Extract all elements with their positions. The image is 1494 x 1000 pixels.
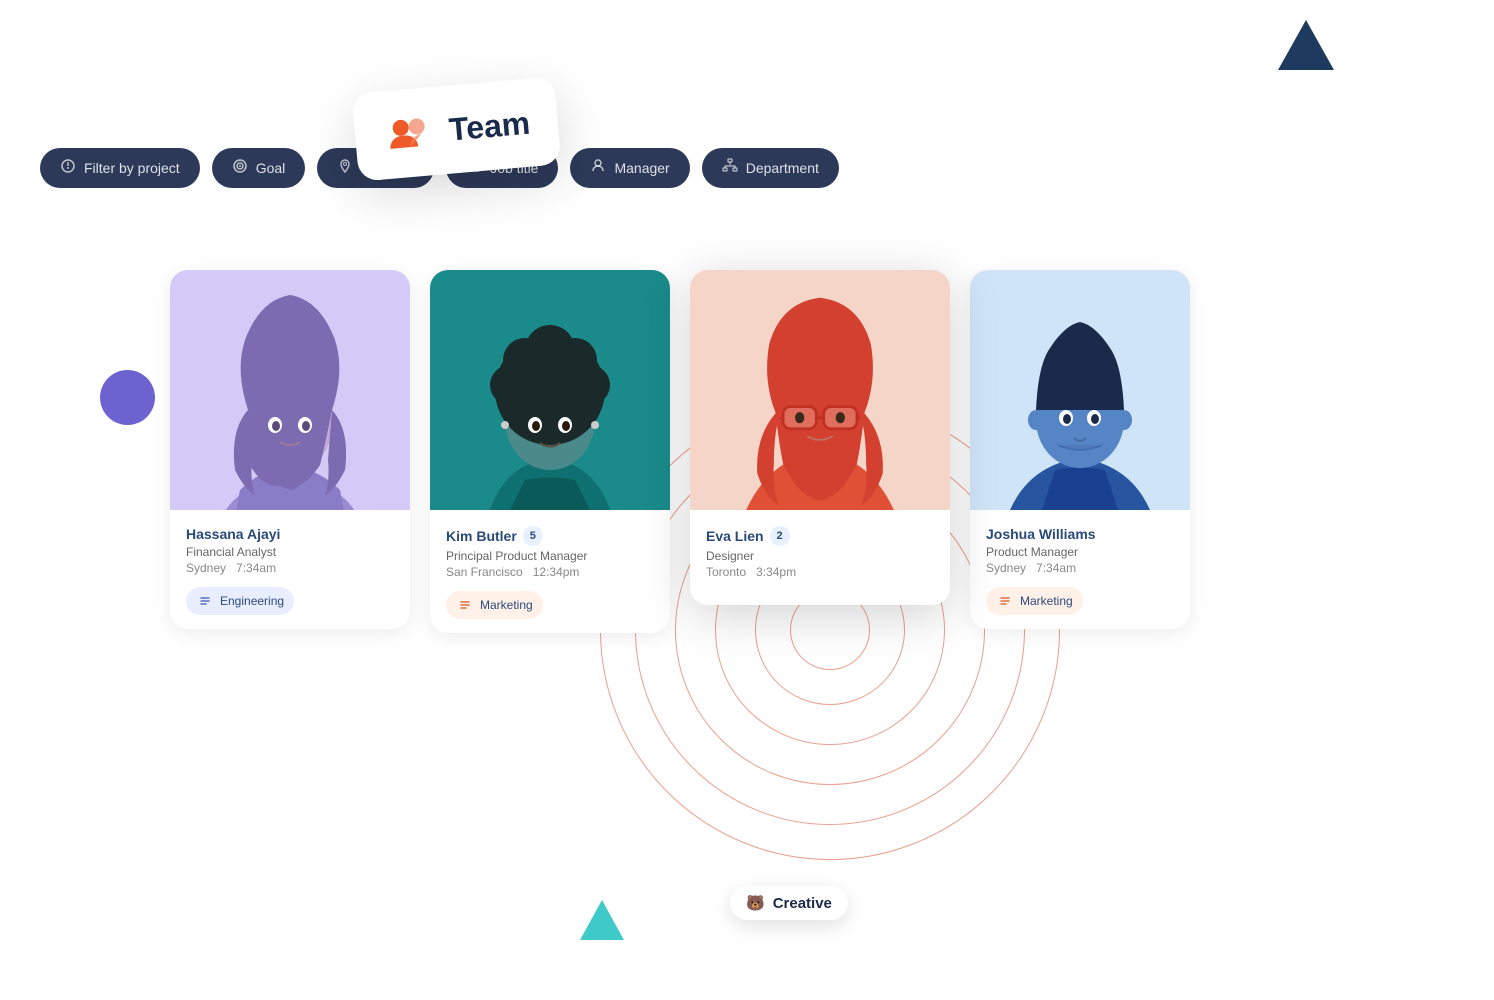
card-name-kim: Kim Butler 5 xyxy=(446,526,654,546)
creative-tag-floating: 🐻 Creative xyxy=(730,886,848,920)
card-info-eva: Eva Lien 2 Designer Toronto 3:34pm xyxy=(690,510,950,605)
filter-department-pill[interactable]: Department xyxy=(702,148,839,188)
triangle-decoration-bottom xyxy=(580,900,624,940)
card-role-eva: Designer xyxy=(706,549,934,563)
tag-icon-kim xyxy=(456,596,474,614)
creative-tag-label: Creative xyxy=(773,895,832,912)
circle-decoration xyxy=(100,370,155,425)
card-location-joshua: Sydney 7:34am xyxy=(986,561,1174,575)
card-role-joshua: Product Manager xyxy=(986,545,1174,559)
filter-manager-label: Manager xyxy=(614,160,669,176)
filter-project-pill[interactable]: Filter by project xyxy=(40,148,200,188)
avatar-eva xyxy=(690,270,950,510)
person-card-kim[interactable]: Kim Butler 5 Principal Product Manager S… xyxy=(430,270,670,633)
kim-badge: 5 xyxy=(523,526,543,546)
filter-location-icon xyxy=(337,158,353,178)
card-tag-hassana: Engineering xyxy=(186,587,294,615)
avatar-hassana xyxy=(170,270,410,510)
filter-project-icon xyxy=(60,158,76,178)
card-info-kim: Kim Butler 5 Principal Product Manager S… xyxy=(430,510,670,633)
card-location-kim: San Francisco 12:34pm xyxy=(446,565,654,579)
card-name-eva: Eva Lien 2 xyxy=(706,526,934,546)
avatar-kim xyxy=(430,270,670,510)
card-location-hassana: Sydney 7:34am xyxy=(186,561,394,575)
filter-department-label: Department xyxy=(746,160,819,176)
person-card-eva[interactable]: Eva Lien 2 Designer Toronto 3:34pm xyxy=(690,270,950,605)
card-name-joshua: Joshua Williams xyxy=(986,526,1174,542)
person-card-joshua[interactable]: Joshua Williams Product Manager Sydney 7… xyxy=(970,270,1190,629)
filter-project-label: Filter by project xyxy=(84,160,180,176)
team-card-label: Team xyxy=(447,104,531,148)
card-tag-kim: Marketing xyxy=(446,591,543,619)
card-location-eva: Toronto 3:34pm xyxy=(706,565,934,579)
card-info-joshua: Joshua Williams Product Manager Sydney 7… xyxy=(970,510,1190,629)
creative-tag-emoji: 🐻 xyxy=(746,894,765,912)
filter-goal-pill[interactable]: Goal xyxy=(212,148,306,188)
tag-icon-joshua xyxy=(996,592,1014,610)
card-tag-joshua: Marketing xyxy=(986,587,1083,615)
card-name-hassana: Hassana Ajayi xyxy=(186,526,394,542)
filter-goal-icon xyxy=(232,158,248,178)
team-floating-card: Team xyxy=(352,76,562,181)
team-icon xyxy=(381,105,437,161)
filter-department-icon xyxy=(722,158,738,178)
filter-bar: Filter by project Goal Location Job titl… xyxy=(0,148,1494,188)
triangle-decoration-top xyxy=(1278,20,1334,70)
filter-manager-pill[interactable]: Manager xyxy=(570,148,689,188)
filter-manager-icon xyxy=(590,158,606,178)
avatar-joshua xyxy=(970,270,1190,510)
filter-goal-label: Goal xyxy=(256,160,286,176)
card-role-hassana: Financial Analyst xyxy=(186,545,394,559)
card-role-kim: Principal Product Manager xyxy=(446,549,654,563)
tag-icon-hassana xyxy=(196,592,214,610)
person-cards-area: Hassana Ajayi Financial Analyst Sydney 7… xyxy=(170,270,1190,633)
card-info-hassana: Hassana Ajayi Financial Analyst Sydney 7… xyxy=(170,510,410,629)
person-card-hassana[interactable]: Hassana Ajayi Financial Analyst Sydney 7… xyxy=(170,270,410,629)
eva-badge: 2 xyxy=(770,526,790,546)
